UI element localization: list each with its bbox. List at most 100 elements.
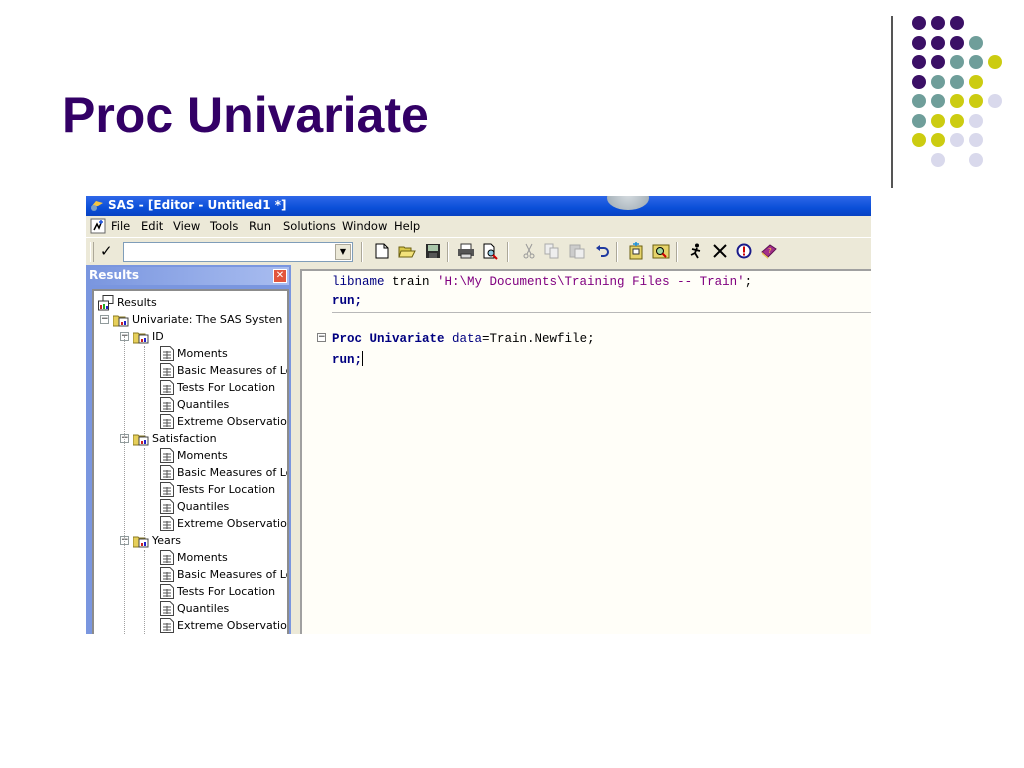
collapse-toggle[interactable]: − [100, 315, 109, 324]
output-table-node[interactable]: Tests For Location [160, 481, 275, 498]
copy-button[interactable] [542, 241, 562, 261]
output-table-node[interactable]: Quantiles [160, 498, 229, 515]
menu-tools[interactable]: Tools [210, 219, 238, 233]
toolbar-separator [676, 242, 678, 262]
output-table-node[interactable]: Moments [160, 345, 228, 362]
code-line-proc[interactable]: Proc Univariate data=Train.Newfile; [332, 332, 595, 346]
undo-button[interactable] [592, 241, 612, 261]
new-library-button[interactable] [626, 241, 646, 261]
decorative-dot [950, 113, 964, 128]
output-table-node[interactable]: Basic Measures of Lo [160, 566, 289, 583]
output-table-node[interactable]: Basic Measures of Lo [160, 362, 287, 379]
menu-bar: File Edit View Tools Run Solutions Windo… [86, 216, 871, 236]
menu-help[interactable]: Help [394, 219, 420, 233]
results-header: Results ✕ [88, 267, 289, 285]
decorative-dot [969, 133, 983, 147]
decorative-dot [912, 133, 926, 147]
command-dropdown-button[interactable]: ▼ [335, 244, 351, 260]
tree-item-label: Quantiles [177, 500, 230, 513]
decorative-dot [912, 113, 926, 128]
tree-item-label: Results [117, 296, 157, 309]
command-box[interactable]: ▼ [123, 242, 353, 263]
cut-icon [523, 243, 535, 259]
results-folder-icon [133, 536, 149, 547]
save-button[interactable] [423, 241, 443, 261]
new-icon [375, 243, 389, 259]
output-table-node[interactable]: Tests For Location [160, 379, 275, 396]
output-table-node[interactable]: Moments [160, 447, 228, 464]
decorative-dot [931, 94, 945, 108]
results-folder-icon [113, 315, 129, 326]
toolbar-separator [361, 242, 363, 262]
tree-item-label: Basic Measures of Lo [177, 568, 289, 581]
decorative-dot [969, 113, 983, 128]
output-table-node[interactable]: Tests For Location [160, 583, 275, 600]
text-cursor [362, 351, 364, 366]
output-table-node[interactable]: Moments [160, 549, 228, 566]
menu-window[interactable]: Window [342, 219, 387, 233]
submit-command-check-icon[interactable]: ✓ [100, 242, 113, 260]
cut-button[interactable] [519, 241, 539, 261]
output-table-icon [160, 567, 174, 582]
tree-item-label: Extreme Observatio [177, 619, 287, 632]
open-button[interactable] [397, 241, 417, 261]
clear-button[interactable] [710, 241, 730, 261]
output-table-icon [160, 346, 174, 361]
option-keyword: data [444, 332, 483, 346]
collapse-toggle[interactable]: − [317, 333, 326, 342]
decorative-dot [950, 94, 964, 108]
help-button[interactable]: ? [759, 241, 779, 261]
code-line-run-1[interactable]: run; [332, 294, 362, 308]
output-table-icon [160, 448, 174, 463]
output-table-icon [160, 414, 174, 429]
output-table-node[interactable]: Extreme Observatio [160, 515, 287, 532]
menu-edit[interactable]: Edit [141, 219, 163, 233]
code-line-libname[interactable]: libname train 'H:\My Documents\Training … [332, 275, 752, 289]
output-table-icon [160, 363, 174, 378]
output-table-icon [160, 482, 174, 497]
variable-node-id[interactable]: − ID [120, 328, 164, 345]
toolbar-separator [447, 242, 449, 262]
paste-button[interactable] [567, 241, 587, 261]
variable-node-years[interactable]: − Years [120, 532, 181, 549]
menu-view[interactable]: View [173, 219, 200, 233]
submit-button[interactable] [686, 241, 706, 261]
menu-file[interactable]: File [111, 219, 130, 233]
output-table-icon [160, 516, 174, 531]
output-table-node[interactable]: Extreme Observatio [160, 617, 287, 634]
output-table-icon [160, 499, 174, 514]
output-table-node[interactable]: Extreme Observatio [160, 413, 287, 430]
output-table-icon [160, 550, 174, 565]
break-button[interactable] [734, 241, 754, 261]
svg-text:?: ? [768, 247, 772, 255]
procedure-node[interactable]: − Univariate: The SAS Systen [100, 311, 282, 328]
print-preview-button[interactable] [481, 241, 501, 261]
results-close-button[interactable]: ✕ [273, 269, 287, 283]
command-input[interactable] [124, 247, 330, 263]
app-menu-icon[interactable] [90, 218, 106, 234]
code-line-run-2[interactable]: run; [332, 351, 364, 367]
print-button[interactable] [456, 241, 476, 261]
output-table-node[interactable]: Quantiles [160, 600, 229, 617]
menu-run[interactable]: Run [249, 219, 271, 233]
tree-connector [144, 346, 145, 436]
toolbar-grip[interactable] [90, 242, 94, 262]
decorative-dot [969, 94, 983, 108]
code-editor[interactable]: libname train 'H:\My Documents\Training … [300, 269, 871, 634]
variable-node-satisfaction[interactable]: − Satisfaction [120, 430, 217, 447]
code-text: ; [354, 294, 363, 308]
code-text: =Train.Newfile; [482, 332, 595, 346]
tree-item-label: Satisfaction [152, 432, 217, 445]
output-table-node[interactable]: Basic Measures of Lo [160, 464, 287, 481]
toolbar-separator [616, 242, 618, 262]
new-button[interactable] [372, 241, 392, 261]
output-table-node[interactable]: Quantiles [160, 396, 229, 413]
toolbar-separator [507, 242, 509, 262]
results-root-icon [98, 294, 114, 310]
results-root-node[interactable]: Results [98, 294, 157, 311]
sas-window: SAS - [Editor - Untitled1 *] File Edit V… [86, 196, 871, 634]
copy-icon [544, 243, 559, 259]
menu-solutions[interactable]: Solutions [283, 219, 336, 233]
tree-item-label: Moments [177, 347, 228, 360]
explorer-button[interactable] [651, 241, 671, 261]
